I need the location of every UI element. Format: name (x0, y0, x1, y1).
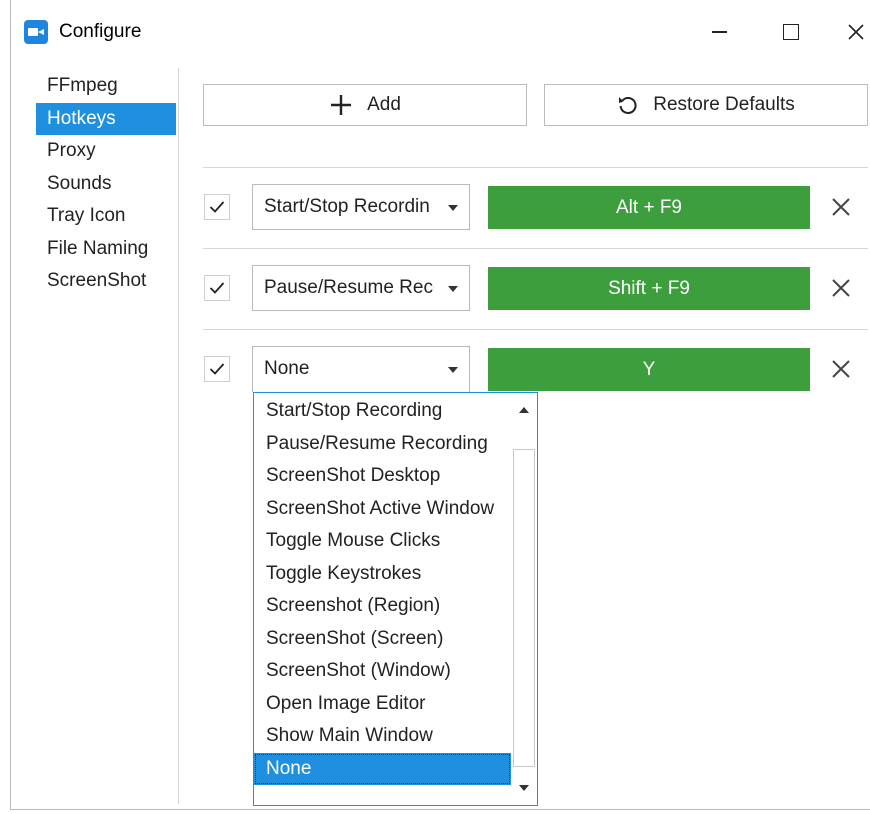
sidebar-item-hotkeys[interactable]: Hotkeys (36, 102, 176, 135)
dropdown-option[interactable]: Toggle Mouse Clicks (254, 525, 511, 558)
action-select[interactable]: Start/Stop Recordin (252, 184, 470, 230)
plus-icon (329, 93, 353, 117)
dropdown-option[interactable]: ScreenShot (Screen) (254, 623, 511, 656)
divider (203, 248, 868, 249)
minimize-button[interactable] (696, 10, 742, 54)
sidebar-item-proxy[interactable]: Proxy (36, 135, 176, 168)
action-select-value: None (264, 358, 310, 379)
dropdown-option[interactable]: Open Image Editor (254, 688, 511, 721)
action-dropdown-list: Start/Stop Recording Pause/Resume Record… (253, 392, 538, 806)
dropdown-option[interactable]: ScreenShot Desktop (254, 460, 511, 493)
scroll-up-icon (519, 407, 529, 413)
chevron-down-icon (448, 286, 458, 292)
action-select-value: Pause/Resume Recc (264, 277, 434, 298)
dropdown-options: Start/Stop Recording Pause/Resume Record… (254, 395, 511, 785)
action-select-value: Start/Stop Recordin (264, 196, 430, 217)
hotkey-row: None Y (203, 346, 868, 392)
sidebar-item-tray-icon[interactable]: Tray Icon (36, 200, 176, 233)
chevron-down-icon (448, 205, 458, 211)
divider (203, 329, 868, 330)
hotkey-enabled-checkbox[interactable] (204, 356, 230, 382)
restore-icon (617, 94, 639, 116)
hotkey-key-button[interactable]: Shift + F9 (488, 267, 810, 310)
hotkey-key-button[interactable]: Y (488, 348, 810, 391)
add-button-label: Add (367, 94, 401, 115)
close-icon (832, 279, 850, 297)
remove-hotkey-button[interactable] (828, 356, 854, 382)
hotkey-enabled-checkbox[interactable] (204, 275, 230, 301)
dropdown-option[interactable]: Start/Stop Recording (254, 395, 511, 428)
window-title: Configure (59, 21, 142, 42)
sidebar-item-sounds[interactable]: Sounds (36, 168, 176, 201)
sidebar-item-ffmpeg[interactable]: FFmpeg (36, 70, 176, 103)
scroll-down-icon (519, 785, 529, 791)
checkmark-icon (209, 282, 225, 294)
maximize-button[interactable] (768, 10, 814, 54)
divider (203, 167, 868, 168)
configure-window: Configure FFmpeg Hotkeys Proxy Sounds Tr… (10, 0, 870, 810)
scroll-down-button[interactable] (512, 773, 536, 803)
checkmark-icon (209, 363, 225, 375)
dropdown-option[interactable]: ScreenShot (Window) (254, 655, 511, 688)
scroll-up-button[interactable] (512, 395, 536, 425)
close-window-button[interactable] (841, 10, 870, 54)
hotkey-key-button[interactable]: Alt + F9 (488, 186, 810, 229)
title-bar: Configure (11, 0, 870, 62)
scrollbar-thumb[interactable] (513, 449, 535, 767)
restore-defaults-button[interactable]: Restore Defaults (544, 84, 868, 126)
action-select[interactable]: Pause/Resume Recc (252, 265, 470, 311)
dropdown-option[interactable]: ScreenShot Active Window (254, 493, 511, 526)
hotkey-row: Start/Stop Recordin Alt + F9 (203, 184, 868, 230)
remove-hotkey-button[interactable] (828, 275, 854, 301)
hotkey-row: Pause/Resume Recc Shift + F9 (203, 265, 868, 311)
settings-sidebar: FFmpeg Hotkeys Proxy Sounds Tray Icon Fi… (36, 70, 176, 298)
close-icon (832, 198, 850, 216)
remove-hotkey-button[interactable] (828, 194, 854, 220)
restore-button-label: Restore Defaults (653, 94, 795, 115)
close-icon (832, 360, 850, 378)
add-hotkey-button[interactable]: Add (203, 84, 527, 126)
dropdown-option[interactable]: Toggle Keystrokes (254, 558, 511, 591)
dropdown-option-selected[interactable]: None (254, 752, 511, 785)
minimize-icon (711, 31, 727, 33)
close-icon (848, 24, 864, 40)
checkmark-icon (209, 201, 225, 213)
sidebar-divider (178, 68, 179, 804)
dropdown-option[interactable]: Show Main Window (254, 720, 511, 753)
dropdown-option[interactable]: Screenshot (Region) (254, 590, 511, 623)
sidebar-item-screenshot[interactable]: ScreenShot (36, 265, 176, 298)
video-camera-icon (24, 20, 48, 44)
dropdown-scrollbar[interactable] (512, 395, 536, 803)
hotkey-enabled-checkbox[interactable] (204, 194, 230, 220)
chevron-down-icon (448, 367, 458, 373)
maximize-icon (783, 24, 799, 40)
action-select[interactable]: None (252, 346, 470, 392)
sidebar-item-file-naming[interactable]: File Naming (36, 233, 176, 266)
dropdown-option[interactable]: Pause/Resume Recording (254, 428, 511, 461)
